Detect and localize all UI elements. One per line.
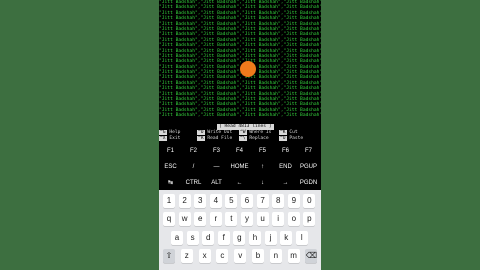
key-a[interactable]: a	[171, 231, 183, 245]
shortcut-key: ^W	[239, 130, 247, 135]
shortcut-key: ^\	[239, 136, 247, 141]
shortcut-replace: ^\ Replace	[239, 136, 269, 142]
key-m[interactable]: m	[287, 249, 300, 263]
shortcut-cut: ^K Cut	[279, 130, 298, 136]
extra-key-1-5[interactable]: END	[274, 160, 297, 175]
key-5[interactable]: 5	[225, 194, 238, 208]
key-c[interactable]: c	[216, 249, 229, 263]
extra-key-0-4[interactable]: F5	[251, 144, 274, 159]
key-3[interactable]: 3	[194, 194, 207, 208]
extra-key-0-3[interactable]: F4	[228, 144, 251, 159]
key-p[interactable]: p	[303, 212, 316, 226]
shortcut-label: Cut	[286, 130, 298, 135]
shortcut-label: Replace	[246, 136, 269, 141]
shortcut-where-is: ^W Where Is	[239, 130, 271, 136]
extra-key-0-5[interactable]: F6	[274, 144, 297, 159]
key-n[interactable]: n	[269, 249, 282, 263]
key-u[interactable]: u	[256, 212, 269, 226]
key-v[interactable]: v	[234, 249, 247, 263]
shortcut-key: ^G	[159, 130, 167, 135]
soft-keyboard: 1 2 3 4 5 6 7 8 9 0 q w e r t y u i o p a s d f g h j k l ⇧ z x c v b n m ⌫	[159, 190, 321, 270]
extra-key-0-6[interactable]: F7	[297, 144, 320, 159]
shortcut-key: ^O	[197, 130, 205, 135]
extra-key-1-4[interactable]: ↑	[251, 160, 274, 175]
shortcut-label: Paste	[286, 136, 304, 141]
shortcut-read-file: ^R Read File	[197, 136, 232, 142]
key-q[interactable]: q	[163, 212, 175, 226]
extra-key-1-3[interactable]: HOME	[228, 160, 251, 175]
key-j[interactable]: j	[264, 231, 277, 245]
key-d[interactable]: d	[202, 231, 215, 245]
extra-key-0-1[interactable]: F2	[182, 144, 205, 159]
shortcut-help: ^G Help	[159, 130, 180, 136]
extra-key-0-0[interactable]: F1	[159, 144, 182, 159]
key-s[interactable]: s	[186, 231, 199, 245]
extra-key-2-1[interactable]: CTRL	[182, 176, 205, 191]
terminal-output[interactable]: "Jitt Badshah","Jitt Badshah","Jitt Bads…	[159, 0, 321, 120]
key-y[interactable]: y	[241, 212, 253, 226]
key-8[interactable]: 8	[272, 194, 285, 208]
key-t[interactable]: t	[225, 212, 238, 226]
shift-icon[interactable]: ⇧	[163, 249, 175, 263]
key-4[interactable]: 4	[209, 194, 222, 208]
terminal-line: "Jitt Badshah","Jitt Badshah","Jitt Bads…	[159, 5, 321, 11]
shortcut-key: ^K	[279, 130, 287, 135]
key-b[interactable]: b	[252, 249, 264, 263]
key-k[interactable]: k	[280, 231, 293, 245]
shortcut-label: Where Is	[246, 130, 272, 135]
phone-screen: "Jitt Badshah","Jitt Badshah","Jitt Bads…	[159, 0, 321, 270]
key-r[interactable]: r	[209, 212, 222, 226]
terminal-line: "Jitt Badshah","Jitt Badshah","Jitt Bads…	[159, 86, 321, 92]
key-g[interactable]: g	[233, 231, 246, 245]
key-7[interactable]: 7	[256, 194, 269, 208]
backspace-icon[interactable]: ⌫	[305, 249, 318, 263]
key-2[interactable]: 2	[178, 194, 191, 208]
terminal-line: "Jitt Badshah","Jitt Badshah","Jitt Bads…	[159, 16, 321, 22]
key-l[interactable]: l	[295, 231, 308, 245]
shortcut-label: Help	[166, 130, 181, 135]
extra-key-2-4[interactable]: ↓	[251, 176, 274, 191]
key-e[interactable]: e	[194, 212, 207, 226]
touch-indicator	[240, 61, 256, 77]
extra-key-2-3[interactable]: ←	[228, 176, 251, 191]
extra-key-1-2[interactable]: —	[205, 160, 228, 175]
key-z[interactable]: z	[180, 249, 193, 263]
shortcut-label: Read File	[204, 136, 233, 141]
terminal-line: "Jitt Badshah","Jitt Badshah","Jitt Bads…	[159, 32, 321, 38]
extra-key-2-2[interactable]: ALT	[205, 176, 228, 191]
key-i[interactable]: i	[272, 212, 285, 226]
shortcut-write-out: ^O Write Out	[197, 130, 232, 136]
extra-key-1-6[interactable]: PGUP	[297, 160, 320, 175]
shortcut-key: ^U	[279, 136, 287, 141]
shortcut-exit: ^X Exit	[159, 136, 180, 142]
extra-keys-bar: F1 F2 F3 F4 F5 F6 F7 ESC / — HOME ↑ END PGUP ↹ CTRL ALT ←…	[159, 144, 321, 192]
extra-key-2-6[interactable]: PGDN	[297, 176, 320, 191]
shortcut-paste: ^U Paste	[279, 136, 303, 142]
shortcut-label: Write Out	[204, 130, 233, 135]
key-h[interactable]: h	[249, 231, 261, 245]
key-0[interactable]: 0	[303, 194, 316, 208]
key-w[interactable]: w	[178, 212, 191, 226]
key-x[interactable]: x	[198, 249, 211, 263]
key-6[interactable]: 6	[241, 194, 253, 208]
key-1[interactable]: 1	[163, 194, 175, 208]
terminal-line: "Jitt Badshah","Jitt Badshah","Jitt Bads…	[159, 59, 321, 65]
terminal-line: "Jitt Badshah","Jitt Badshah","Jitt Bads…	[159, 113, 321, 119]
extra-key-2-0[interactable]: ↹	[159, 176, 182, 191]
extra-key-1-0[interactable]: ESC	[159, 160, 182, 175]
key-o[interactable]: o	[287, 212, 300, 226]
key-9[interactable]: 9	[287, 194, 300, 208]
shortcut-bar: ^G Help ^O Write Out ^W Where Is ^K Cut ^X E…	[159, 130, 321, 142]
key-f[interactable]: f	[217, 231, 230, 245]
shortcut-key: ^X	[159, 136, 167, 141]
terminal-line: "Jitt Badshah","Jitt Badshah","Jitt Bads…	[159, 43, 321, 49]
shortcut-key: ^R	[197, 136, 205, 141]
extra-key-1-1[interactable]: /	[182, 160, 205, 175]
shortcut-label: Exit	[166, 136, 181, 141]
extra-key-2-5[interactable]: →	[274, 176, 297, 191]
extra-key-0-2[interactable]: F3	[205, 144, 228, 159]
